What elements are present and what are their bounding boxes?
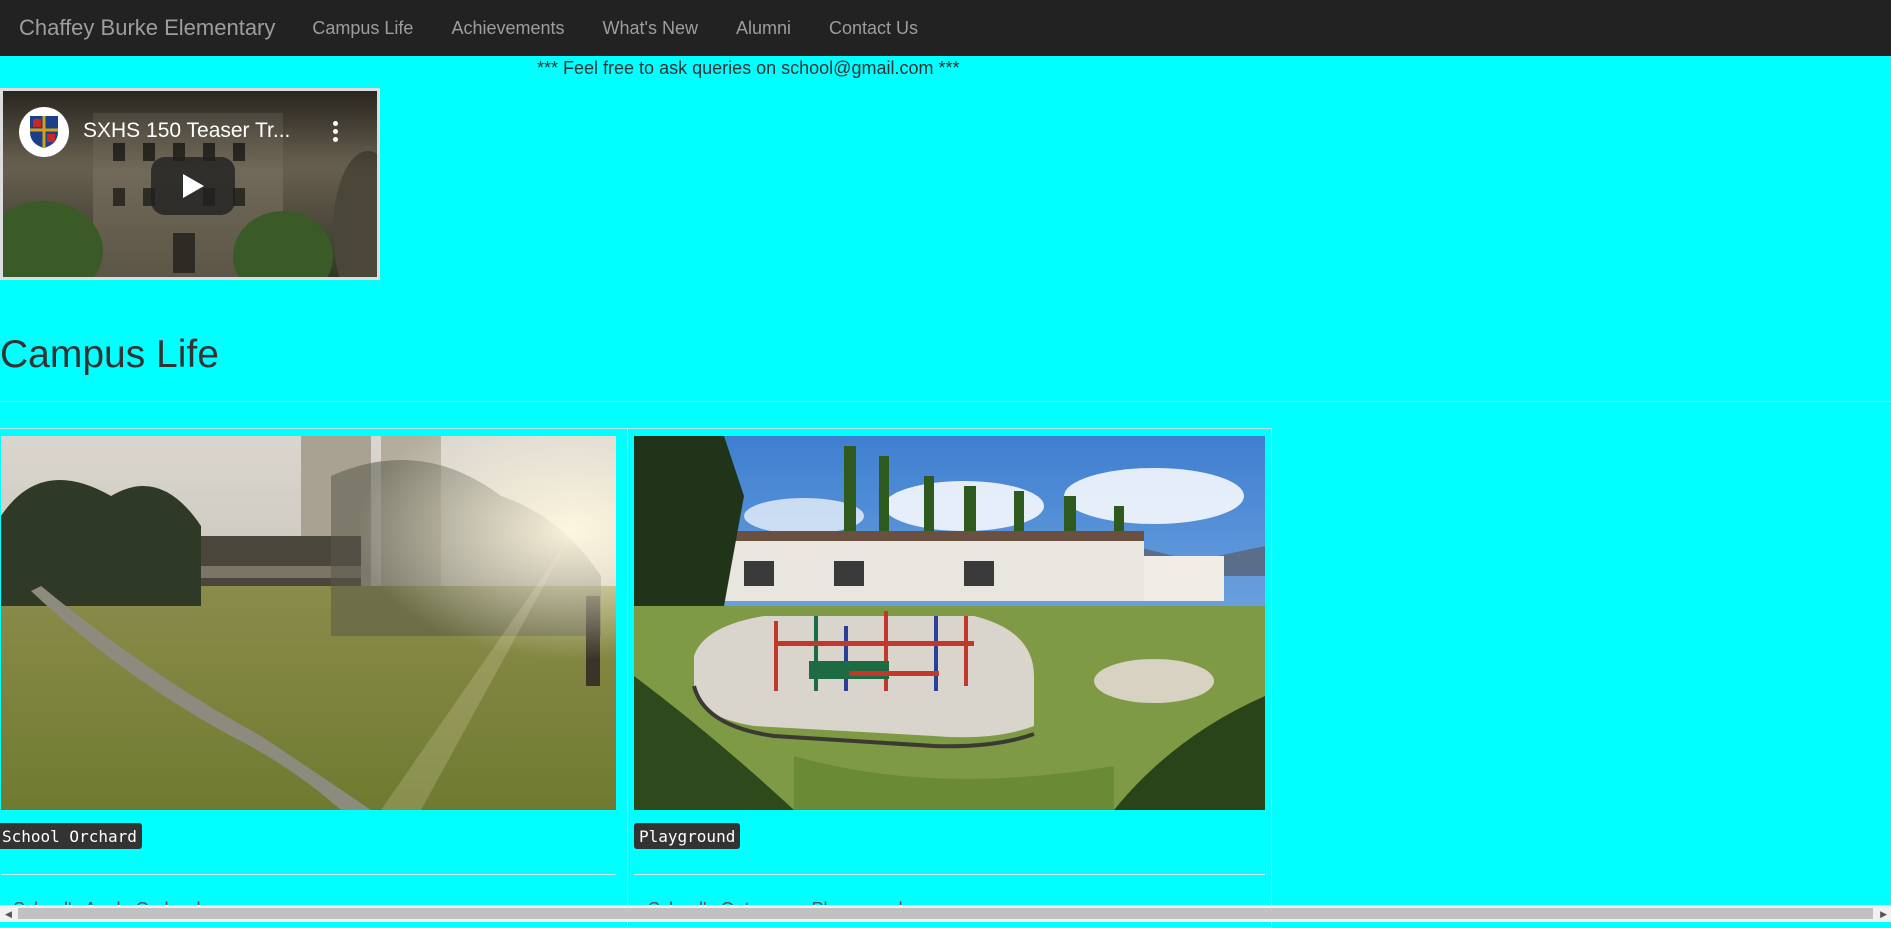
video-embed[interactable]: SXHS 150 Teaser Tr... — [0, 88, 380, 280]
card-tag-orchard: School Orchard — [0, 823, 142, 849]
horizontal-scrollbar[interactable]: ◀ ▶ — [0, 905, 1891, 922]
scroll-left-icon[interactable]: ◀ — [5, 909, 12, 920]
card-image-playground — [634, 436, 1265, 810]
card-divider — [1, 874, 616, 875]
nav-link-achievements[interactable]: Achievements — [432, 18, 583, 39]
scrollbar-thumb[interactable] — [18, 908, 1873, 919]
nav-link-contact-us[interactable]: Contact Us — [810, 18, 937, 39]
channel-logo-icon[interactable] — [19, 107, 69, 157]
notice-marquee: *** Feel free to ask queries on school@g… — [537, 58, 960, 78]
scroll-right-icon[interactable]: ▶ — [1880, 909, 1887, 920]
card-playground: Playground School's Outer area Playgroun… — [627, 428, 1272, 928]
brand-link[interactable]: Chaffey Burke Elementary — [19, 15, 275, 41]
play-button[interactable] — [151, 157, 235, 215]
nav-link-whats-new[interactable]: What's New — [584, 18, 717, 39]
nav-link-campus-life[interactable]: Campus Life — [293, 18, 432, 39]
card-tag-playground: Playground — [634, 823, 741, 849]
section-heading: Campus Life — [0, 333, 219, 376]
video-title[interactable]: SXHS 150 Teaser Tr... — [83, 119, 290, 143]
play-icon — [183, 174, 204, 198]
video-tree-left — [3, 201, 103, 277]
nav-link-alumni[interactable]: Alumni — [717, 18, 810, 39]
card-school-orchard: School Orchard School's Apple Orchard — [0, 428, 628, 928]
card-image-orchard — [1, 436, 616, 810]
more-options-icon[interactable] — [333, 121, 339, 145]
top-navbar: Chaffey Burke Elementary Campus Life Ach… — [0, 0, 1891, 56]
card-divider — [634, 874, 1265, 875]
section-divider — [0, 401, 1891, 402]
